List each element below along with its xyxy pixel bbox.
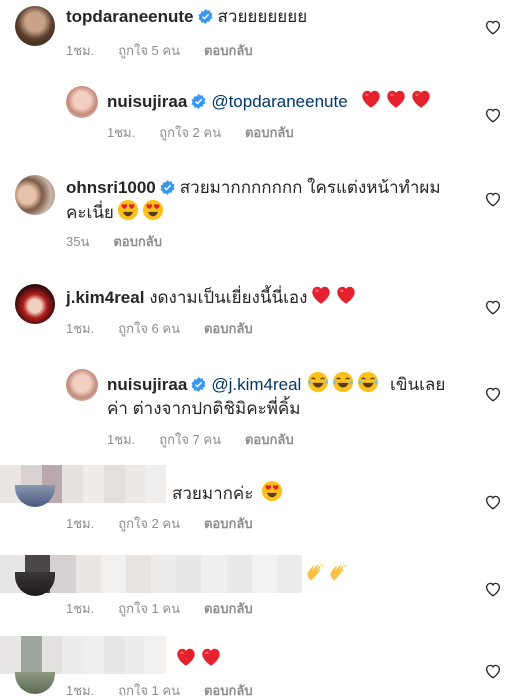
comment-time: 1ชม. [66, 601, 95, 616]
comment-anonymous-3: 1ชม. ถูกใจ 1 คน ตอบกลับ [0, 636, 517, 696]
reply-button[interactable]: ตอบกลับ [204, 43, 253, 58]
like-count[interactable]: ถูกใจ 5 คน [118, 43, 180, 58]
comment-ohnsri1000: ohnsri1000 สวยมากกกกกกก ใครแต่งหน้าทำผม ค… [0, 165, 517, 265]
like-count[interactable]: ถูกใจ 7 คน [159, 432, 221, 447]
comment-line-2: คะเนี่ย [66, 199, 164, 225]
avatar[interactable] [15, 672, 55, 694]
like-count[interactable]: ถูกใจ 6 คน [118, 321, 180, 336]
joy-icon [357, 371, 379, 393]
reply-button[interactable]: ตอบกลับ [204, 516, 253, 531]
red-heart-icon [360, 88, 382, 110]
comment-meta: 1ชม. ถูกใจ 6 คน ตอบกลับ [66, 318, 277, 339]
avatar[interactable] [66, 369, 98, 401]
mention-link[interactable]: @topdaraneenute [211, 92, 347, 111]
comment-meta: 1ชม. ถูกใจ 5 คน ตอบกลับ [66, 40, 277, 61]
red-heart-icon [385, 88, 407, 110]
like-heart-icon[interactable] [484, 190, 502, 208]
comment-meta: 1ชม. ถูกใจ 7 คน ตอบกลับ [107, 429, 318, 450]
like-heart-icon[interactable] [484, 106, 502, 124]
comment-meta: 1ชม. ถูกใจ 1 คน ตอบกลับ [66, 680, 277, 696]
avatar[interactable] [15, 175, 55, 215]
like-count[interactable]: ถูกใจ 2 คน [159, 125, 221, 140]
reply-button[interactable]: ตอบกลับ [204, 683, 253, 696]
comment-time: 35น [66, 234, 90, 249]
avatar[interactable] [15, 485, 55, 507]
comment-jkim4real: j.kim4real งดงามเป็นเยี่ยงนี้นี่เอง 1ชม.… [0, 280, 517, 360]
like-count[interactable]: ถูกใจ 1 คน [118, 601, 180, 616]
reply-button[interactable]: ตอบกลับ [245, 125, 294, 140]
joy-icon [332, 371, 354, 393]
reply-button[interactable]: ตอบกลับ [113, 234, 162, 249]
username[interactable]: j.kim4real [66, 288, 144, 307]
comment-time: 1ชม. [66, 321, 95, 336]
comment-time: 1ชม. [66, 43, 95, 58]
verified-badge-icon [191, 377, 206, 392]
comment-anonymous-2: 1ชม. ถูกใจ 1 คน ตอบกลับ [0, 552, 517, 622]
comment-line [172, 646, 222, 672]
reply-button[interactable]: ตอบกลับ [204, 321, 253, 336]
verified-badge-icon [198, 9, 213, 24]
heart-eyes-icon [261, 480, 283, 502]
heart-eyes-icon [142, 199, 164, 221]
avatar[interactable] [15, 6, 55, 46]
red-heart-icon [310, 284, 332, 306]
like-heart-icon[interactable] [484, 298, 502, 316]
reply-button[interactable]: ตอบกลับ [204, 601, 253, 616]
reply-button[interactable]: ตอบกลับ [245, 432, 294, 447]
like-heart-icon[interactable] [484, 385, 502, 403]
comment-text: สวยยยยยยย [217, 7, 308, 26]
username[interactable]: nuisujiraa [107, 92, 187, 111]
comment-line: สวยมากค่ะ [172, 480, 283, 506]
comment-meta: 1ชม. ถูกใจ 2 คน ตอบกลับ [66, 513, 277, 534]
comment-time: 1ชม. [107, 432, 136, 447]
joy-icon [307, 371, 329, 393]
red-heart-icon [410, 88, 432, 110]
comment-line: j.kim4real งดงามเป็นเยี่ยงนี้นี่เอง [66, 284, 357, 310]
like-heart-icon[interactable] [484, 493, 502, 511]
comment-text-2: ค่า ต่างจากปกติชิมิคะพี่คิ้ม [107, 399, 301, 418]
verified-badge-icon [191, 94, 206, 109]
comment-meta: 1ชม. ถูกใจ 1 คน ตอบกลับ [66, 598, 277, 619]
comment-line: nuisujiraa @topdaraneenute [107, 88, 432, 114]
comment-text-2: คะเนี่ย [66, 203, 114, 222]
comment-meta: 1ชม. ถูกใจ 2 คน ตอบกลับ [107, 122, 318, 143]
reply-nuisujiraa-2: nuisujiraa @j.kim4real เขินเลย ค่า ต่างจา… [0, 365, 517, 460]
comment-line: ohnsri1000 สวยมากกกกกกก ใครแต่งหน้าทำผม [66, 175, 441, 200]
like-heart-icon[interactable] [484, 662, 502, 680]
comment-time: 1ชม. [107, 125, 136, 140]
comment-text: สวยมากค่ะ [172, 484, 254, 503]
comment-topdaraneenute: topdaraneenute สวยยยยยยย 1ชม. ถูกใจ 5 คน ตอ… [0, 0, 517, 80]
comment-line [302, 562, 348, 587]
comment-line: topdaraneenute สวยยยยยยย [66, 4, 307, 29]
comment-line: nuisujiraa @j.kim4real เขินเลย [107, 371, 445, 397]
mention-link[interactable]: @j.kim4real [211, 375, 301, 394]
reply-nuisujiraa: nuisujiraa @topdaraneenute 1ชม. ถูกใจ 2 คน… [0, 80, 517, 160]
like-count[interactable]: ถูกใจ 1 คน [118, 683, 180, 696]
comment-time: 1ชม. [66, 683, 95, 696]
redacted-username [0, 636, 166, 674]
red-heart-icon [200, 646, 222, 668]
comment-line-2: ค่า ต่างจากปกติชิมิคะพี่คิ้ม [107, 396, 300, 421]
verified-badge-icon [160, 180, 175, 195]
avatar[interactable] [15, 284, 55, 324]
comment-text: งดงามเป็นเยี่ยงนี้นี่เอง [149, 288, 308, 307]
like-count[interactable]: ถูกใจ 2 คน [118, 516, 180, 531]
comment-meta: 35น ตอบกลับ [66, 231, 186, 252]
comment-text: เขินเลย [390, 375, 446, 394]
red-heart-icon [175, 646, 197, 668]
like-heart-icon[interactable] [484, 18, 502, 36]
avatar[interactable] [66, 86, 98, 118]
clapping-hands-icon [328, 563, 348, 583]
username[interactable]: topdaraneenute [66, 7, 194, 26]
comment-time: 1ชม. [66, 516, 95, 531]
clapping-hands-icon [305, 563, 325, 583]
comment-anonymous-1: สวยมากค่ะ 1ชม. ถูกใจ 2 คน ตอบกลับ [0, 465, 517, 540]
red-heart-icon [335, 284, 357, 306]
heart-eyes-icon [117, 199, 139, 221]
like-heart-icon[interactable] [484, 580, 502, 598]
username[interactable]: ohnsri1000 [66, 178, 156, 197]
comment-text: สวยมากกกกกกก ใครแต่งหน้าทำผม [179, 178, 441, 197]
username[interactable]: nuisujiraa [107, 375, 187, 394]
